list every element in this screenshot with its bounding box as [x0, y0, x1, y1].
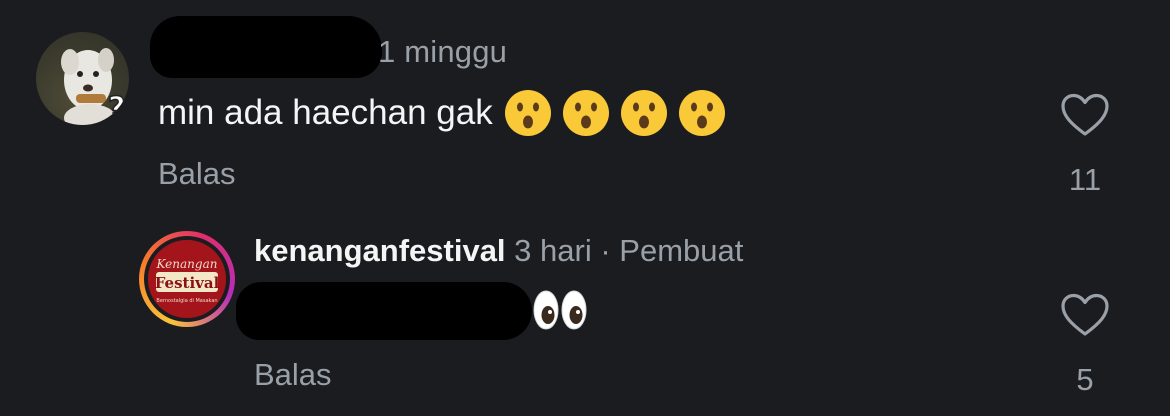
- comment-text: min ada haechan gak: [158, 93, 493, 132]
- reply-username[interactable]: kenanganfestival: [254, 233, 506, 268]
- hushed-face-emoji: [620, 90, 667, 136]
- creator-badge: Pembuat: [619, 233, 744, 268]
- like-count: 5: [1076, 362, 1094, 397]
- creator-avatar: Kenangan Festival Bernostalgia di Masaka…: [148, 240, 226, 318]
- comment-body: min ada haechan gak: [158, 88, 727, 138]
- reply-header: kenanganfestival 3 hari · Pembuat: [254, 233, 743, 269]
- redacted-username-part: [230, 40, 370, 72]
- commenter-avatar[interactable]: ?: [36, 32, 129, 125]
- svg-text:Festival: Festival: [155, 274, 220, 292]
- comment-emojis: [495, 88, 727, 138]
- creator-avatar-story-ring[interactable]: Kenangan Festival Bernostalgia di Masaka…: [139, 231, 235, 327]
- hushed-face-emoji: [504, 90, 551, 136]
- like-count: 11: [1068, 162, 1102, 197]
- festival-logo: Kenangan Festival Bernostalgia di Masaka…: [148, 240, 226, 318]
- svg-text:?: ?: [108, 91, 125, 125]
- comments-screen: ? 1 minggu min ada haechan gak Balas 11 …: [0, 0, 1170, 416]
- reply-button[interactable]: Balas: [254, 357, 332, 393]
- heart-icon[interactable]: [1060, 93, 1110, 137]
- hushed-face-emoji: [678, 90, 725, 136]
- redacted-reply-text-part: [270, 290, 520, 320]
- svg-text:Bernostalgia di Masakan: Bernostalgia di Masakan: [156, 298, 217, 304]
- heart-icon[interactable]: [1060, 293, 1110, 337]
- meta-separator: ·: [600, 233, 611, 268]
- eyes-emoji: [533, 290, 587, 330]
- reply-time: 3 hari: [514, 233, 592, 268]
- comment-time: 1 minggu: [378, 34, 508, 69]
- reply-button[interactable]: Balas: [158, 156, 236, 192]
- hushed-face-emoji: [562, 90, 609, 136]
- svg-text:Kenangan: Kenangan: [156, 257, 218, 271]
